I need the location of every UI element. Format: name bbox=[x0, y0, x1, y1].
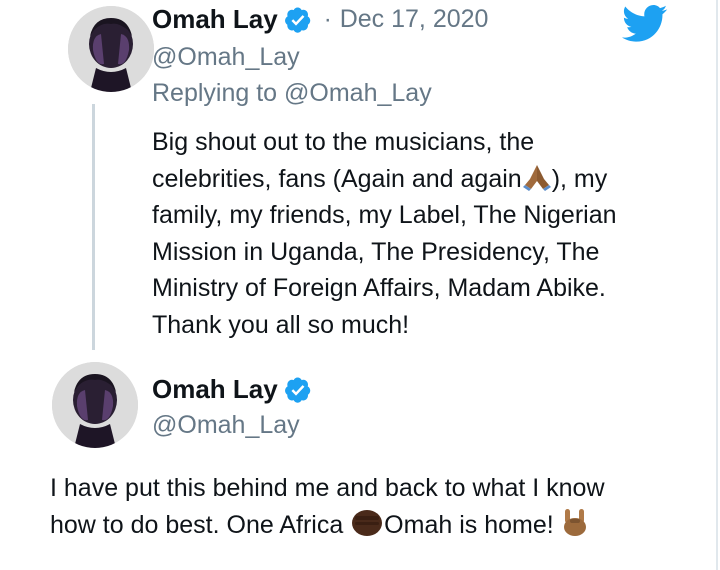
avatar[interactable] bbox=[68, 6, 154, 92]
text-line: Mission in Uganda, The Presidency, The bbox=[152, 237, 600, 266]
avatar[interactable] bbox=[52, 362, 138, 448]
replying-to[interactable]: Replying to @Omah_Lay bbox=[152, 79, 432, 108]
text-line: celebrities, fans (Again and again ), my bbox=[152, 161, 617, 198]
sign-of-the-horns-emoji-icon bbox=[563, 508, 586, 536]
text-line: Ministry of Foreign Affairs, Madam Abike… bbox=[152, 274, 606, 302]
text-line: family, my friends, my Label, The Nigeri… bbox=[152, 201, 617, 229]
author-name[interactable]: Omah Lay bbox=[152, 374, 278, 405]
tweet2-text: I have put this behind me and back to wh… bbox=[50, 470, 605, 543]
text-line: Thank you all so much! bbox=[152, 310, 410, 339]
folded-hands-emoji-icon bbox=[522, 164, 551, 191]
author-handle[interactable]: @Omah_Lay bbox=[152, 411, 300, 440]
text-line: I have put this behind me and back to wh… bbox=[50, 474, 605, 502]
avatar-photo bbox=[68, 6, 154, 92]
tweet2-header: Omah Lay bbox=[152, 374, 312, 405]
text-segment: Omah is home! bbox=[384, 510, 561, 539]
thread-connector-line bbox=[92, 104, 95, 350]
text-line: how to do best. One Africa Omah is home! bbox=[50, 507, 605, 544]
tweet-thread-card: Omah Lay · Dec 17, 2020 @Omah_Lay Replyi… bbox=[0, 0, 718, 570]
text-segment: ), my bbox=[551, 164, 608, 193]
tweet1-header: Omah Lay · Dec 17, 2020 bbox=[152, 4, 488, 35]
raised-fist-emoji-icon bbox=[352, 509, 383, 536]
twitter-bird-icon[interactable] bbox=[622, 4, 668, 44]
text-segment: celebrities, fans (Again and again bbox=[152, 164, 522, 193]
avatar-photo bbox=[52, 362, 138, 448]
tweet1-text: Big shout out to the musicians, the cele… bbox=[152, 124, 617, 343]
author-name[interactable]: Omah Lay bbox=[152, 4, 278, 35]
separator-dot: · bbox=[323, 5, 332, 33]
verified-badge-icon bbox=[284, 377, 310, 403]
text-segment: how to do best. One Africa bbox=[50, 510, 351, 539]
tweet-date[interactable]: Dec 17, 2020 bbox=[340, 5, 489, 34]
author-handle[interactable]: @Omah_Lay bbox=[152, 43, 300, 72]
text-line: Big shout out to the musicians, the bbox=[152, 128, 535, 156]
verified-badge-icon bbox=[284, 7, 310, 33]
